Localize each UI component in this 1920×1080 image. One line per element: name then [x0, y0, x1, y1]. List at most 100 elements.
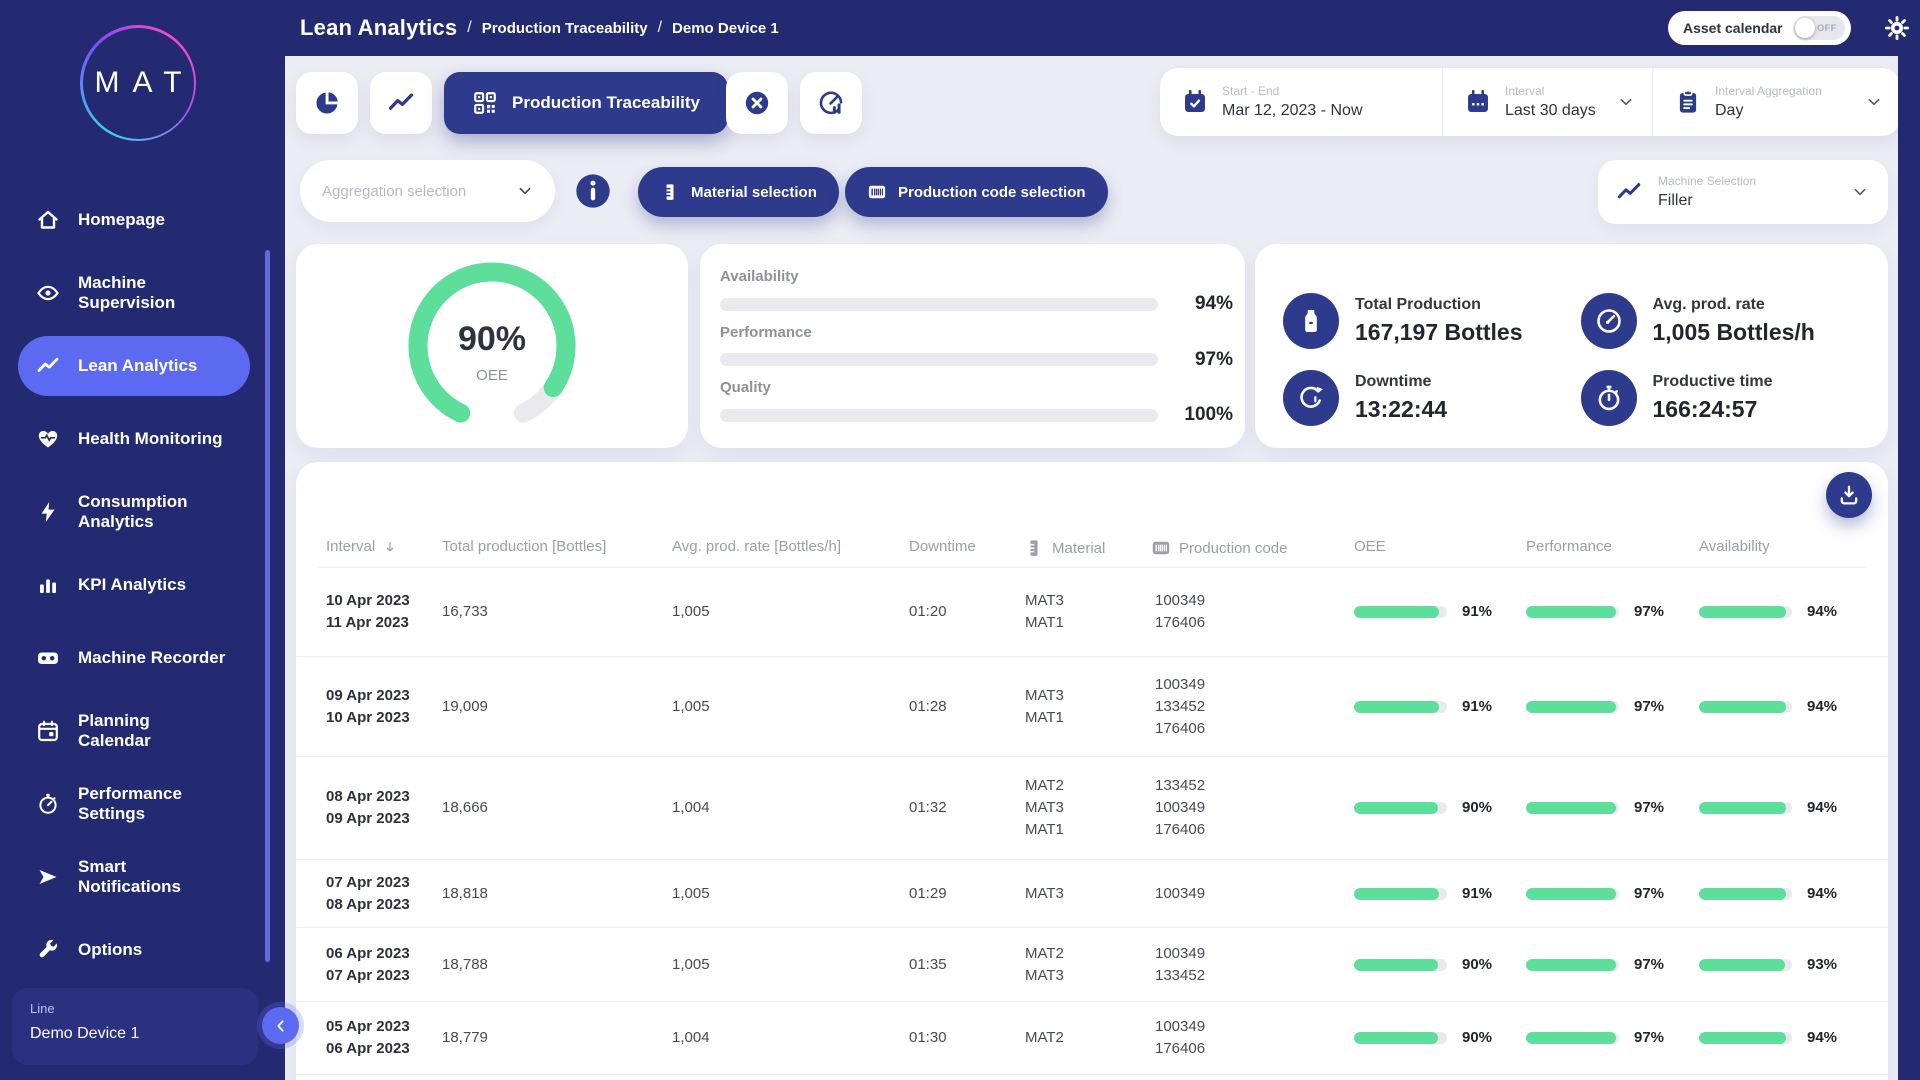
- device-card-label: Line: [30, 1001, 240, 1016]
- kpi-bar-label: Quality: [720, 379, 1233, 396]
- stat-value: 167,197 Bottles: [1355, 319, 1522, 346]
- material-selection-button[interactable]: Material selection: [638, 167, 839, 217]
- cell-avg-prod-rate: 1,004: [672, 1027, 710, 1049]
- sidebar-item-health-monitoring[interactable]: Health Monitoring: [18, 409, 250, 469]
- download-button[interactable]: [1826, 472, 1872, 518]
- speed-loss-view-button[interactable]: [726, 72, 788, 134]
- pie-chart-view-button[interactable]: [296, 72, 358, 134]
- info-button[interactable]: [573, 171, 613, 211]
- cell-downtime: 01:35: [909, 954, 947, 976]
- bolt-icon: [36, 500, 60, 524]
- kpi-bar-label: Availability: [720, 268, 1233, 285]
- trend-view-button[interactable]: [370, 72, 432, 134]
- machine-selection-dropdown[interactable]: Machine Selection Filler: [1598, 160, 1888, 224]
- sidebar-scrollbar[interactable]: [265, 250, 270, 962]
- aggregation-selection-placeholder: Aggregation selection: [322, 183, 466, 200]
- column-header-interval[interactable]: Interval: [326, 538, 397, 555]
- cell-interval: 07 Apr 202308 Apr 2023: [326, 872, 410, 916]
- row-progress-bar: 97%: [1526, 601, 1664, 623]
- table-row: 07 Apr 202308 Apr 202318,8181,00501:29MA…: [296, 860, 1888, 928]
- sidebar-item-machine-supervision[interactable]: MachineSupervision: [18, 263, 250, 323]
- clipboard-icon: [1675, 89, 1701, 115]
- cell-total-production: 19,009: [442, 696, 488, 718]
- asset-calendar-switch[interactable]: OFF: [1793, 16, 1845, 40]
- row-progress-bar: 91%: [1354, 883, 1492, 905]
- interval-aggregation-label: Interval Aggregation: [1715, 84, 1822, 98]
- row-progress-bar: 94%: [1699, 1027, 1837, 1049]
- column-header-avg-prod-rate: Avg. prod. rate [Bottles/h]: [672, 538, 841, 555]
- sidebar-item-label: ConsumptionAnalytics: [78, 492, 188, 533]
- kpi-stats-card: Total Production167,197 BottlesAvg. prod…: [1255, 244, 1888, 448]
- column-header-production-code: Production code: [1151, 538, 1287, 558]
- cell-total-production: 16,733: [442, 601, 488, 623]
- table-row: 05 Apr 202306 Apr 202318,7791,00401:30MA…: [296, 1002, 1888, 1075]
- calendar-icon: [36, 719, 60, 743]
- cell-production-code: 133452100349176406: [1155, 775, 1205, 841]
- cell-avg-prod-rate: 1,005: [672, 954, 710, 976]
- sidebar-item-machine-recorder[interactable]: Machine Recorder: [18, 628, 250, 688]
- column-header-availability: Availability: [1699, 538, 1770, 555]
- stat-value: 1,005 Bottles/h: [1653, 319, 1815, 346]
- sidebar-item-label: SmartNotifications: [78, 857, 181, 898]
- gauge-chart-view-button[interactable]: [800, 72, 862, 134]
- trend-icon: [36, 354, 60, 378]
- table-row: 06 Apr 202307 Apr 202318,7881,00501:35MA…: [296, 928, 1888, 1002]
- row-progress-bar: 97%: [1526, 954, 1664, 976]
- production-traceability-tab[interactable]: Production Traceability: [444, 72, 728, 134]
- interval-aggregation-select[interactable]: Interval Aggregation Day: [1652, 68, 1900, 136]
- aggregation-selection-dropdown[interactable]: Aggregation selection: [300, 160, 555, 222]
- settings-gear-icon[interactable]: [1884, 15, 1910, 41]
- sidebar-item-lean-analytics[interactable]: Lean Analytics: [18, 336, 250, 396]
- sidebar-item-options[interactable]: Options: [18, 920, 250, 980]
- row-progress-bar: 97%: [1526, 1027, 1664, 1049]
- stat-avg-prod-rate: Avg. prod. rate1,005 Bottles/h: [1581, 282, 1879, 359]
- cell-total-production: 18,779: [442, 1027, 488, 1049]
- kpi-bar-availability: Availability94%: [720, 268, 1233, 315]
- cell-downtime: 01:28: [909, 696, 947, 718]
- send-icon: [36, 865, 60, 889]
- kpi-bar-label: Performance: [720, 324, 1233, 341]
- calendar-check-icon: [1182, 89, 1208, 115]
- sidebar-item-homepage[interactable]: Homepage: [18, 190, 250, 250]
- breadcrumb-section: Production Traceability: [482, 20, 648, 37]
- oee-gauge-label: OEE: [296, 367, 688, 384]
- cell-production-code: 100349: [1155, 883, 1205, 905]
- sidebar-item-consumption-analytics[interactable]: ConsumptionAnalytics: [18, 482, 250, 542]
- asset-calendar-toggle-pill[interactable]: Asset calendar OFF: [1668, 11, 1851, 45]
- sidebar-item-smart-notifications[interactable]: SmartNotifications: [18, 847, 250, 907]
- sidebar-item-kpi-analytics[interactable]: KPI Analytics: [18, 555, 250, 615]
- row-progress-bar: 90%: [1354, 954, 1492, 976]
- device-card-value: Demo Device 1: [30, 1025, 240, 1043]
- sidebar-item-planning-calendar[interactable]: PlanningCalendar: [18, 701, 250, 761]
- kpi-bar-track: [720, 298, 1158, 311]
- mat-logo-text: MAT: [83, 28, 194, 139]
- stat-icon-circle: [1283, 370, 1339, 426]
- sidebar: MAT Homepage MachineSupervision Lean Analy…: [0, 0, 285, 1080]
- sidebar-item-label: PerformanceSettings: [78, 784, 182, 825]
- stat-icon-circle: [1581, 370, 1637, 426]
- interval-aggregation-value: Day: [1715, 102, 1822, 120]
- barcode-icon: [1151, 538, 1171, 558]
- sidebar-collapse-button[interactable]: [262, 1007, 299, 1044]
- row-progress-bar: 91%: [1354, 601, 1492, 623]
- date-range-picker[interactable]: Start - End Mar 12, 2023 - Now: [1160, 68, 1442, 136]
- sidebar-item-performance-settings[interactable]: PerformanceSettings: [18, 774, 250, 834]
- row-progress-bar: 94%: [1699, 883, 1837, 905]
- asset-calendar-label: Asset calendar: [1683, 20, 1783, 36]
- cell-material: MAT3MAT1: [1025, 685, 1064, 729]
- cell-total-production: 18,788: [442, 954, 488, 976]
- cell-avg-prod-rate: 1,004: [672, 797, 710, 819]
- device-card: Line Demo Device 1: [12, 988, 258, 1065]
- interval-value: Last 30 days: [1505, 102, 1596, 120]
- sidebar-item-label: MachineSupervision: [78, 273, 175, 314]
- production-code-selection-button[interactable]: Production code selection: [845, 167, 1108, 217]
- breadcrumb: Lean Analytics / Production Traceability…: [300, 0, 779, 56]
- row-progress-bar: 94%: [1699, 797, 1837, 819]
- cell-downtime: 01:29: [909, 883, 947, 905]
- wrench-icon: [36, 938, 60, 962]
- sidebar-item-label: KPI Analytics: [78, 575, 186, 595]
- interval-select[interactable]: Interval Last 30 days: [1442, 68, 1652, 136]
- cell-material: MAT2MAT3: [1025, 943, 1064, 987]
- row-progress-bar: 94%: [1699, 696, 1837, 718]
- column-header-performance: Performance: [1526, 538, 1612, 555]
